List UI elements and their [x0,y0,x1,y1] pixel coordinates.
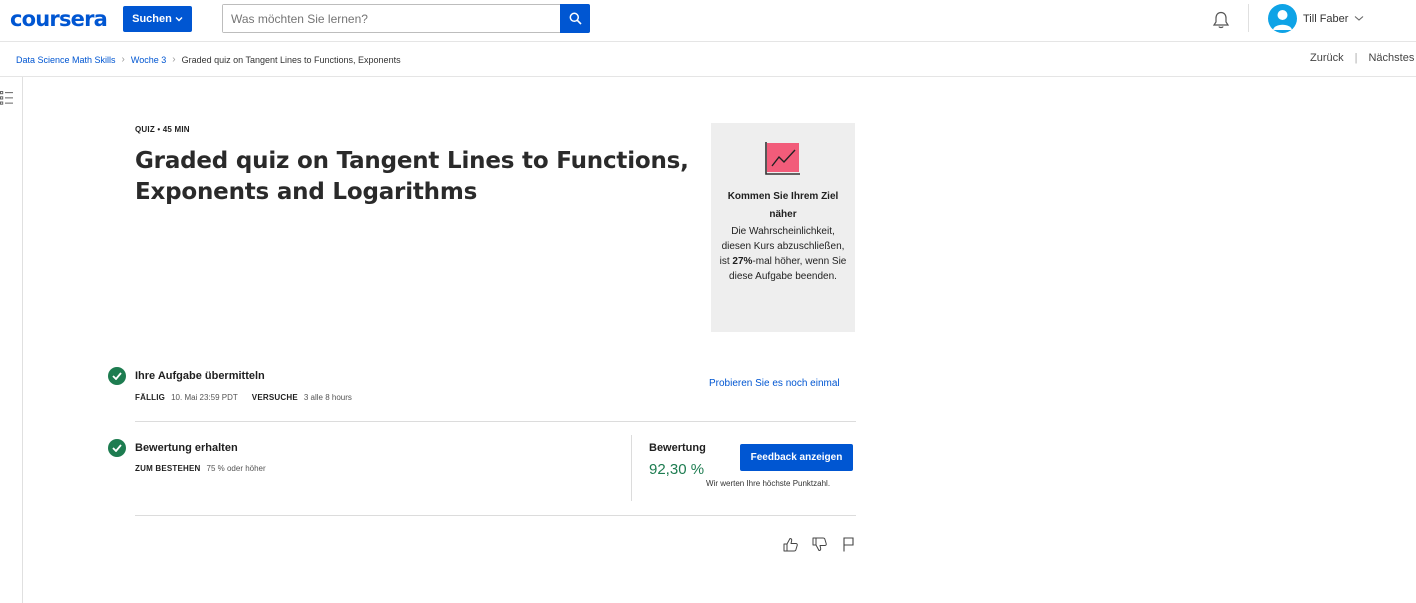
user-name: Till Faber [1303,12,1349,25]
attempts-label: VERSUCHE [251,393,298,402]
chevron-down-icon [1355,16,1364,21]
goal-card: Kommen Sie Ihrem Ziel näher Die Wahrsche… [711,123,855,332]
search-submit-button[interactable] [560,4,590,33]
breadcrumb-bar: Data Science Math Skills › Woche 3 › Gra… [0,43,1416,77]
submit-meta: FÄLLIG 10. Mai 23:59 PDT VERSUCHE 3 alle… [135,393,352,402]
line-chart-icon [765,142,800,175]
check-circle-icon [108,367,126,385]
item-navigation: Zurück | Nächstes [1310,52,1414,64]
grade-label: Bewertung [649,442,706,454]
course-outline-icon[interactable] [0,90,14,111]
grade-value: 92,30 % [649,461,705,478]
breadcrumb-current: Graded quiz on Tangent Lines to Function… [181,54,401,65]
explore-button-label: Suchen [132,13,172,25]
pass-value: 75 % oder höher [206,464,266,473]
top-header: coursera Suchen Till Faber [0,0,1416,42]
search-icon [569,12,582,25]
left-rail [0,77,23,603]
goal-card-text: Die Wahrscheinlichkeit, diesen Kurs abzu… [719,224,847,284]
grade-meta: ZUM BESTEHEN 75 % oder höher [135,464,266,473]
thumbs-down-icon[interactable] [811,536,828,553]
thumbs-up-icon[interactable] [782,536,799,553]
goal-highlight: 27% [732,256,753,267]
nav-separator: | [1354,52,1358,64]
user-menu[interactable]: Till Faber [1268,4,1364,33]
chevron-right-icon: › [121,54,125,65]
pass-label: ZUM BESTEHEN [135,464,201,473]
coursera-logo[interactable]: coursera [10,7,108,31]
next-link[interactable]: Nächstes [1368,52,1414,64]
attempts-value: 3 alle 8 hours [303,393,352,402]
section-divider [135,515,856,516]
breadcrumb-week[interactable]: Woche 3 [131,55,166,65]
grade-section-title: Bewertung erhalten [135,442,238,454]
notifications-bell-icon[interactable] [1211,10,1231,35]
header-divider [1248,4,1249,32]
search-input[interactable] [223,5,560,32]
check-circle-icon [108,439,126,457]
flag-icon[interactable] [840,536,857,553]
avatar [1268,4,1297,33]
section-divider [135,421,856,422]
vertical-divider [631,435,632,501]
chevron-down-icon [175,17,183,22]
user-silhouette-icon [1273,10,1292,30]
explore-button[interactable]: Suchen [123,6,192,32]
due-value: 10. Mai 23:59 PDT [171,393,238,402]
quiz-eyebrow: QUIZ • 45 MIN [135,125,190,134]
view-feedback-button[interactable]: Feedback anzeigen [740,444,853,471]
page-title: Graded quiz on Tangent Lines to Function… [135,148,689,205]
breadcrumb-course[interactable]: Data Science Math Skills [16,55,116,65]
reaction-bar [782,536,857,553]
highest-score-note: Wir werten Ihre höchste Punktzahl. [706,479,831,488]
chevron-right-icon: › [172,54,176,65]
due-label: FÄLLIG [135,393,166,402]
breadcrumb: Data Science Math Skills › Woche 3 › Gra… [16,54,407,65]
back-link[interactable]: Zurück [1310,52,1344,64]
search-bar [222,4,590,33]
submit-section-title: Ihre Aufgabe übermitteln [135,370,265,382]
retry-link[interactable]: Probieren Sie es noch einmal [709,378,840,389]
goal-card-title: Kommen Sie Ihrem Ziel näher [727,191,839,220]
